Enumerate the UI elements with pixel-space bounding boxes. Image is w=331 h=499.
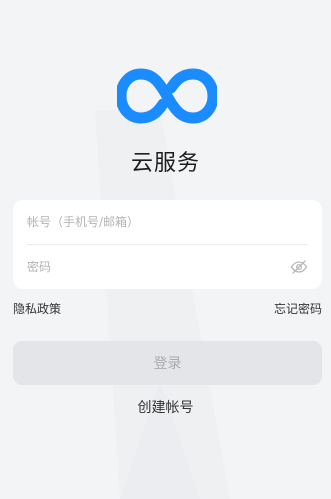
login-form-card [13,200,322,289]
password-input[interactable] [27,260,308,274]
forgot-password-link[interactable]: 忘记密码 [274,300,322,318]
app-logo-icon [117,68,217,124]
login-button[interactable]: 登录 [13,341,322,385]
create-account-link[interactable]: 创建帐号 [0,397,331,417]
app-title: 云服务 [130,151,200,176]
password-field [13,245,322,289]
privacy-policy-link[interactable]: 隐私政策 [13,300,61,318]
account-input[interactable] [27,215,308,229]
links-row: 隐私政策 忘记密码 [13,300,322,318]
eye-off-icon[interactable] [290,259,308,275]
account-field [13,200,322,244]
